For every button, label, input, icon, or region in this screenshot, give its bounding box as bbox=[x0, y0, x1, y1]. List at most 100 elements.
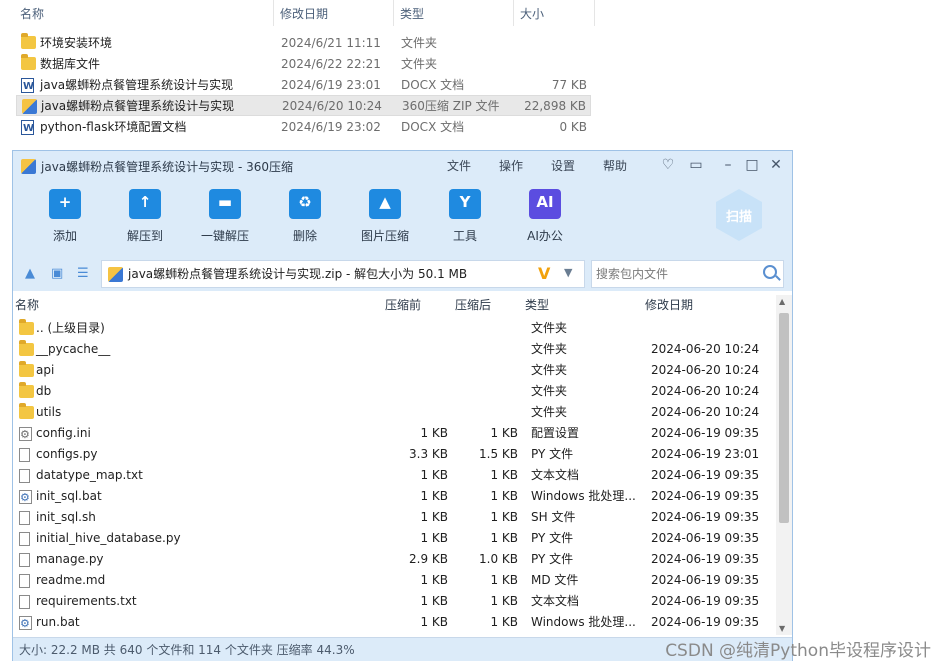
table-row[interactable]: requirements.txt 1 KB 1 KB 文本文档 2024-06-… bbox=[13, 591, 775, 612]
image-compress-icon: ▲ bbox=[369, 189, 401, 219]
extract-to-button[interactable]: ↑ 解压到 bbox=[110, 189, 180, 244]
explorer-row[interactable]: 环境安装环境 2024/6/21 11:11 文件夹 bbox=[16, 33, 591, 54]
file-type: SH 文件 bbox=[531, 510, 576, 524]
file-date: 2024-06-19 09:35 bbox=[651, 510, 760, 524]
menu-settings[interactable]: 设置 bbox=[551, 151, 575, 181]
vertical-scrollbar[interactable]: ▲ ▼ bbox=[776, 295, 792, 635]
maximize-icon[interactable]: □ bbox=[743, 156, 761, 174]
search-icon[interactable] bbox=[763, 265, 777, 279]
toolbar-label: 添加 bbox=[52, 229, 77, 243]
file-date: 2024-06-19 23:01 bbox=[651, 447, 760, 461]
file-name: 数据库文件 bbox=[40, 57, 101, 71]
file-icon bbox=[19, 532, 30, 546]
explorer-row[interactable]: python-flask环境配置文档 2024/6/19 23:02 DOCX … bbox=[16, 117, 591, 139]
add-icon: + bbox=[49, 189, 81, 219]
column-date[interactable]: 修改日期 bbox=[645, 295, 693, 315]
file-date: 2024-06-20 10:24 bbox=[651, 384, 760, 398]
scroll-thumb[interactable] bbox=[779, 313, 789, 523]
file-size: 0 KB bbox=[559, 120, 587, 134]
file-date: 2024-06-20 10:24 bbox=[651, 363, 760, 377]
view-details-icon[interactable]: ▣ bbox=[51, 266, 63, 281]
scan-label: 扫描 bbox=[725, 210, 752, 225]
scan-button[interactable]: 扫描 bbox=[716, 189, 766, 245]
image-compress-button[interactable]: ▲ 图片压缩 bbox=[350, 189, 420, 244]
table-row[interactable]: db 文件夹 2024-06-20 10:24 bbox=[13, 381, 775, 402]
file-name: initial_hive_database.py bbox=[36, 531, 181, 545]
file-type: 文件夹 bbox=[401, 36, 438, 50]
close-icon[interactable]: ✕ bbox=[767, 156, 785, 174]
file-date: 2024-06-19 09:35 bbox=[651, 594, 760, 608]
size-after: 1.0 KB bbox=[479, 552, 518, 566]
minimize-icon[interactable]: – bbox=[719, 156, 737, 174]
search-input[interactable]: 搜索包内文件 bbox=[591, 260, 784, 288]
table-row[interactable]: __pycache__ 文件夹 2024-06-20 10:24 bbox=[13, 339, 775, 360]
sort-up-icon: ^ bbox=[141, 0, 149, 5]
app-icon bbox=[21, 159, 36, 174]
file-date: 2024/6/22 22:21 bbox=[281, 57, 381, 71]
column-type[interactable]: 类型 bbox=[394, 0, 514, 26]
up-arrow-icon[interactable]: ▲ bbox=[25, 266, 35, 281]
table-row[interactable]: configs.py 3.3 KB 1.5 KB PY 文件 2024-06-1… bbox=[13, 444, 775, 465]
size-after: 1 KB bbox=[490, 510, 518, 524]
table-row[interactable]: utils 文件夹 2024-06-20 10:24 bbox=[13, 402, 775, 423]
delete-button[interactable]: ♻ 删除 bbox=[270, 189, 340, 244]
scroll-down-icon[interactable]: ▼ bbox=[779, 624, 785, 633]
scroll-up-icon[interactable]: ▲ bbox=[779, 297, 785, 306]
batch-file-icon bbox=[19, 613, 32, 634]
path-text: java螺蛳粉点餐管理系统设计与实现.zip - 解包大小为 50.1 MB bbox=[128, 267, 468, 281]
tools-button[interactable]: Y 工具 bbox=[430, 189, 500, 244]
feedback-icon[interactable]: ▭ bbox=[687, 156, 705, 174]
chevron-down-icon[interactable]: ▼ bbox=[564, 266, 572, 279]
file-type: Windows 批处理... bbox=[531, 489, 636, 503]
file-icon bbox=[19, 469, 30, 483]
size-before: 1 KB bbox=[420, 531, 448, 545]
column-type[interactable]: 类型 bbox=[525, 295, 549, 315]
add-button[interactable]: + 添加 bbox=[30, 189, 100, 244]
size-after: 1 KB bbox=[490, 615, 518, 629]
file-name: readme.md bbox=[36, 573, 106, 587]
table-row[interactable]: .. (上级目录) 文件夹 bbox=[13, 318, 775, 339]
table-row[interactable]: datatype_map.txt 1 KB 1 KB 文本文档 2024-06-… bbox=[13, 465, 775, 486]
menu-help[interactable]: 帮助 bbox=[603, 151, 627, 181]
table-row[interactable]: readme.md 1 KB 1 KB MD 文件 2024-06-19 09:… bbox=[13, 570, 775, 591]
column-name[interactable]: 名称 bbox=[15, 295, 39, 315]
menu-file[interactable]: 文件 bbox=[447, 151, 471, 181]
table-row[interactable]: init_sql.bat 1 KB 1 KB Windows 批处理... 20… bbox=[13, 486, 775, 508]
column-size[interactable]: 大小 bbox=[514, 0, 595, 26]
file-icon bbox=[19, 574, 30, 588]
table-row[interactable]: run.bat 1 KB 1 KB Windows 批处理... 2024-06… bbox=[13, 612, 775, 634]
batch-file-icon bbox=[19, 487, 32, 508]
column-after[interactable]: 压缩后 bbox=[455, 295, 491, 315]
size-after: 1 KB bbox=[490, 489, 518, 503]
path-field[interactable]: java螺蛳粉点餐管理系统设计与实现.zip - 解包大小为 50.1 MB V… bbox=[101, 260, 585, 288]
table-row[interactable]: api 文件夹 2024-06-20 10:24 bbox=[13, 360, 775, 381]
file-name: java螺蛳粉点餐管理系统设计与实现 bbox=[40, 78, 234, 92]
table-row[interactable]: init_sql.sh 1 KB 1 KB SH 文件 2024-06-19 0… bbox=[13, 507, 775, 528]
skin-icon[interactable]: ♡ bbox=[659, 156, 677, 174]
table-row[interactable]: config.ini 1 KB 1 KB 配置设置 2024-06-19 09:… bbox=[13, 423, 775, 445]
file-date: 2024-06-19 09:35 bbox=[651, 573, 760, 587]
file-icon bbox=[19, 553, 30, 567]
one-click-extract-button[interactable]: ▬ 一键解压 bbox=[190, 189, 260, 244]
menu-operation[interactable]: 操作 bbox=[499, 151, 523, 181]
view-list-icon[interactable]: ☰ bbox=[77, 266, 89, 281]
explorer-row-selected[interactable]: java螺蛳粉点餐管理系统设计与实现 2024/6/20 10:24 360压缩… bbox=[16, 95, 591, 116]
file-date: 2024/6/19 23:02 bbox=[281, 120, 381, 134]
file-name: __pycache__ bbox=[36, 342, 111, 356]
title-bar[interactable]: java螺蛳粉点餐管理系统设计与实现 - 360压缩 文件 操作 设置 帮助 ♡… bbox=[13, 151, 792, 181]
file-date: 2024-06-20 10:24 bbox=[651, 342, 760, 356]
ai-office-button[interactable]: AI AI办公 bbox=[510, 189, 580, 244]
file-date: 2024-06-19 09:35 bbox=[651, 489, 760, 503]
column-before[interactable]: 压缩前 bbox=[385, 295, 421, 315]
size-before: 1 KB bbox=[420, 510, 448, 524]
file-name: manage.py bbox=[36, 552, 104, 566]
window-title: java螺蛳粉点餐管理系统设计与实现 - 360压缩 bbox=[41, 160, 294, 174]
toolbar-label: 删除 bbox=[292, 229, 317, 243]
table-row[interactable]: initial_hive_database.py 1 KB 1 KB PY 文件… bbox=[13, 528, 775, 549]
file-name: python-flask环境配置文档 bbox=[40, 120, 187, 134]
file-size: 77 KB bbox=[551, 78, 587, 92]
explorer-row[interactable]: 数据库文件 2024/6/22 22:21 文件夹 bbox=[16, 54, 591, 75]
explorer-row[interactable]: java螺蛳粉点餐管理系统设计与实现 2024/6/19 23:01 DOCX … bbox=[16, 75, 591, 97]
column-date[interactable]: 修改日期 bbox=[274, 0, 394, 26]
table-row[interactable]: manage.py 2.9 KB 1.0 KB PY 文件 2024-06-19… bbox=[13, 549, 775, 570]
